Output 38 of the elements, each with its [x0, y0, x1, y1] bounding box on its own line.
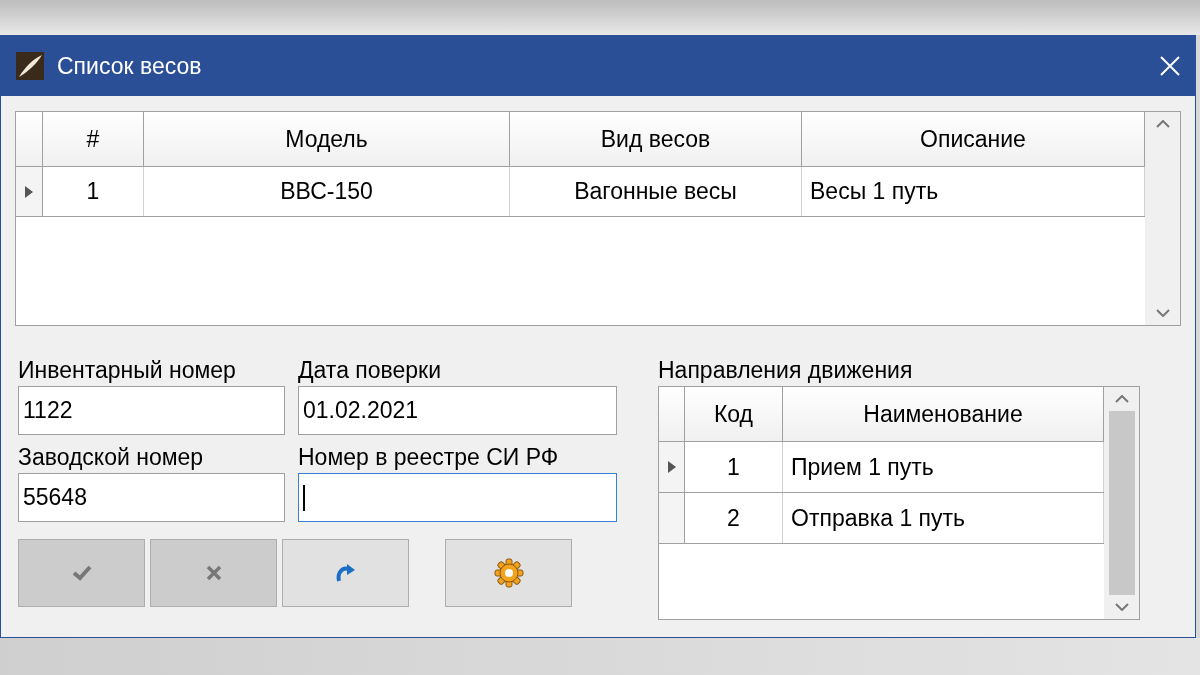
- row-indicator[interactable]: [659, 442, 685, 492]
- column-header[interactable]: Модель: [144, 112, 510, 166]
- input-field[interactable]: 01.02.2021: [298, 386, 617, 435]
- gear-icon: [493, 558, 524, 588]
- table-cell: ВВС-150: [144, 167, 510, 216]
- column-header[interactable]: Код: [685, 387, 783, 441]
- row-pointer-icon: [25, 185, 33, 198]
- input-field[interactable]: [298, 473, 617, 522]
- column-header[interactable]: #: [43, 112, 144, 166]
- scrollbar[interactable]: [1145, 112, 1180, 325]
- field-label: Дата поверки: [298, 356, 443, 384]
- row-indicator[interactable]: [16, 167, 43, 216]
- row-pointer-icon: [667, 461, 676, 473]
- table-cell: 2: [685, 493, 783, 543]
- scroll-up-icon: [1155, 120, 1170, 128]
- scroll-thumb[interactable]: [1108, 411, 1135, 595]
- toolbar-button[interactable]: [445, 539, 572, 607]
- table-cell: Вагонные весы: [510, 167, 802, 216]
- column-header[interactable]: Вид весов: [510, 112, 802, 166]
- check-icon: [71, 565, 92, 581]
- scroll-down-icon: [1155, 309, 1170, 317]
- table-cell: 1: [43, 167, 144, 216]
- close-icon[interactable]: [1159, 55, 1181, 77]
- input-field[interactable]: 1122: [18, 386, 285, 435]
- scroll-up-icon: [1114, 395, 1129, 403]
- table-cell: 1: [685, 442, 783, 492]
- close-icon: [205, 565, 222, 581]
- app-logo-icon: [15, 51, 45, 81]
- toolbar-button[interactable]: [282, 539, 409, 607]
- field-label: Заводской номер: [18, 443, 205, 471]
- field-label: Номер в реестре СИ РФ: [298, 443, 560, 471]
- window-title: Список весов: [57, 51, 203, 81]
- scrollbar[interactable]: [1104, 387, 1139, 619]
- text-cursor: [303, 484, 305, 511]
- section-label: Направления движения: [658, 356, 914, 384]
- input-field[interactable]: 55648: [18, 473, 285, 522]
- field-label: Инвентарный номер: [18, 356, 237, 384]
- scroll-down-icon: [1114, 603, 1129, 611]
